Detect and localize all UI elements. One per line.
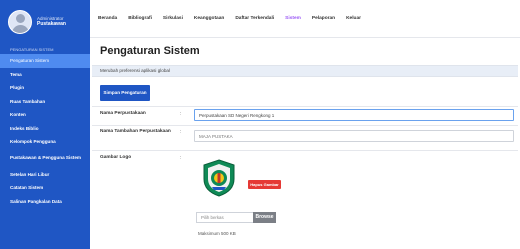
school-logo-image <box>203 159 235 197</box>
nav-beranda[interactable]: Beranda <box>98 16 117 21</box>
logo-file-input[interactable]: Pilih berkas Browse <box>196 212 276 223</box>
library-name-colon: : <box>180 111 182 117</box>
delete-image-button[interactable]: Hapus Gambar <box>248 180 281 189</box>
max-size-note: Maksimum 500 KB <box>198 231 236 236</box>
save-settings-button[interactable]: Simpan Pengaturan <box>100 85 150 101</box>
profile-name: Pustakawan <box>37 20 66 27</box>
nav-bibliografi[interactable]: Bibliografi <box>128 16 152 21</box>
profile-text: Administrator Pustakawan <box>37 16 66 27</box>
nav-sistem[interactable]: Sistem <box>285 16 301 21</box>
row-divider <box>92 150 518 151</box>
sidebar-item-plugin[interactable]: Plugin <box>0 81 90 95</box>
library-name-label: Nama Perpustakaan <box>100 111 146 116</box>
nav-keluar[interactable]: Keluar <box>346 16 361 21</box>
nav-pelaporan[interactable]: Pelaporan <box>312 16 335 21</box>
sidebar: Administrator Pustakawan PENGATURAN SIST… <box>0 0 90 249</box>
browse-button[interactable]: Browse <box>253 212 276 223</box>
sidebar-item-salinan-data[interactable]: Salinan Pangkalan Data <box>0 195 90 209</box>
sidebar-section-label: PENGATURAN SISTEM <box>10 47 54 52</box>
avatar-head <box>16 14 25 23</box>
nav-daftar-terkendali[interactable]: Daftar Terkendali <box>235 16 274 21</box>
user-profile[interactable]: Administrator Pustakawan <box>0 0 90 40</box>
file-name-field[interactable]: Pilih berkas <box>196 212 253 223</box>
library-subname-label: Nama Tambahan Perpustakaan <box>100 129 171 134</box>
row-divider <box>92 106 518 107</box>
nav-sirkulasi[interactable]: Sirkulasi <box>163 16 183 21</box>
sidebar-item-indeks-biblio[interactable]: Indeks Biblio <box>0 122 90 136</box>
sidebar-menu: Pengaturan Sistem Tema Plugin Ruas Tamba… <box>0 54 90 208</box>
avatar <box>8 10 32 34</box>
nav-keanggotaan[interactable]: Keanggotaan <box>194 16 224 21</box>
top-nav: Beranda Bibliografi Sirkulasi Keanggotaa… <box>90 0 520 38</box>
library-name-input[interactable] <box>194 109 514 121</box>
page-title: Pengaturan Sistem <box>100 45 200 57</box>
profile-role: Administrator <box>37 16 64 22</box>
avatar-torso <box>12 25 29 33</box>
sidebar-item-catatan-sistem[interactable]: Catatan Sistem <box>0 181 90 195</box>
sidebar-item-konten[interactable]: Konten <box>0 108 90 122</box>
logo-label: Gambar Logo <box>100 155 132 160</box>
sidebar-item-ruas-tambahan[interactable]: Ruas Tambahan <box>0 95 90 109</box>
sidebar-item-pustakawan-pengguna[interactable]: Pustakawan & Pengguna Sistem <box>0 149 90 168</box>
sidebar-item-hari-libur[interactable]: Setelan Hari Libur <box>0 168 90 182</box>
sidebar-item-pengaturan-sistem[interactable]: Pengaturan Sistem <box>0 54 90 68</box>
row-divider <box>92 125 518 126</box>
main-content: Pengaturan Sistem Merubah preferensi apl… <box>90 38 520 249</box>
page-description: Merubah preferensi aplikasi global <box>92 65 518 77</box>
sidebar-item-kelompok-pengguna[interactable]: Kelompok Pengguna <box>0 135 90 149</box>
logo-colon: : <box>180 155 182 161</box>
library-subname-colon: : <box>180 129 182 135</box>
library-subname-input[interactable] <box>194 130 514 142</box>
sidebar-item-tema[interactable]: Tema <box>0 68 90 82</box>
